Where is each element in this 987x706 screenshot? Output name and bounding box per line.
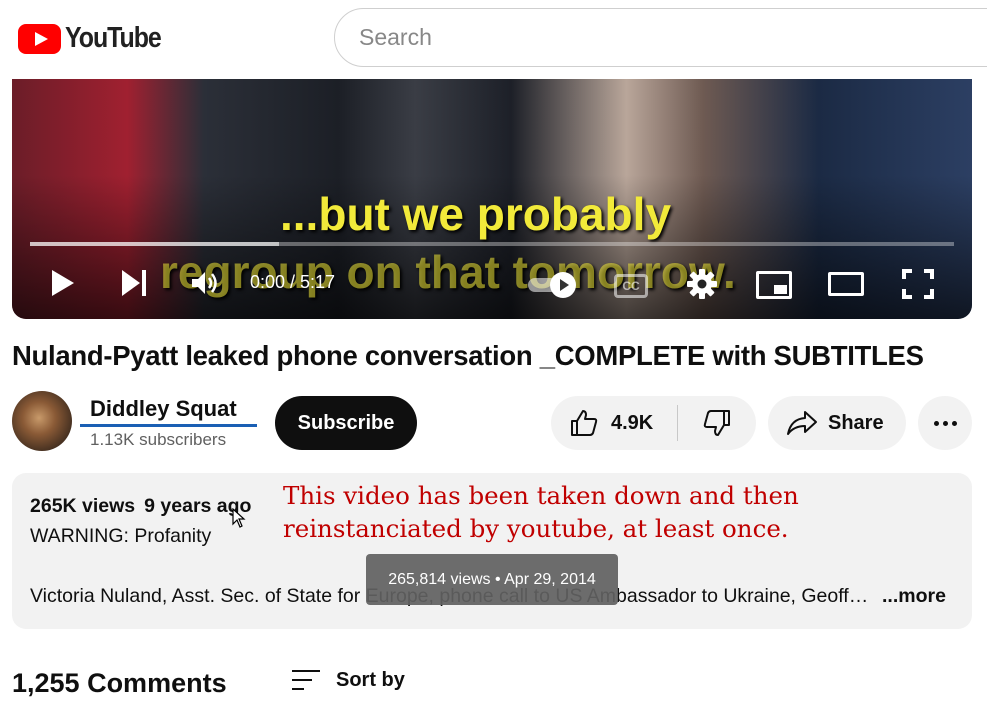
share-label: Share [828, 411, 884, 434]
annotation-underline [80, 424, 257, 427]
annotation-note: This video has been taken down and then … [283, 479, 799, 545]
fullscreen-icon[interactable] [902, 269, 934, 299]
like-button[interactable]: 4.9K [551, 396, 676, 450]
next-icon[interactable] [122, 270, 150, 296]
search-input[interactable]: Search [334, 8, 987, 67]
autoplay-play-icon [550, 272, 576, 298]
theater-mode-icon[interactable] [828, 272, 864, 296]
progress-buffer [30, 242, 280, 246]
annotation-line-2: reinstanciated by youtube, at least once… [283, 514, 789, 543]
miniplayer-icon[interactable] [756, 271, 792, 299]
share-button[interactable]: Share [768, 396, 906, 450]
like-count: 4.9K [611, 411, 654, 434]
views-tooltip: 265,814 views • Apr 29, 2014 [366, 554, 618, 605]
thumbs-up-icon [571, 410, 598, 436]
mouse-cursor-icon [232, 508, 246, 528]
video-title: Nuland-Pyatt leaked phone conversation _… [12, 340, 924, 371]
more-dot [942, 420, 948, 426]
view-count: 265K views [30, 495, 136, 517]
gear-icon[interactable] [686, 268, 718, 300]
subscribe-button[interactable]: Subscribe [275, 396, 417, 450]
youtube-play-icon [18, 23, 61, 54]
description-warning: WARNING: Profanity [30, 525, 212, 547]
video-player[interactable]: ...but we probably regroup on that tomor… [12, 79, 972, 319]
subtitle-line-2: regroup on that tomorrow. [160, 246, 736, 298]
share-arrow-icon [787, 411, 817, 435]
channel-avatar[interactable] [12, 391, 72, 451]
progress-bar[interactable] [30, 242, 954, 246]
youtube-logo[interactable]: YouTube [18, 22, 176, 55]
search-placeholder: Search [359, 24, 432, 50]
time-display: 0:00 / 5:17 [250, 272, 336, 292]
autoplay-toggle[interactable] [528, 272, 578, 298]
sort-label: Sort by [336, 668, 405, 691]
thumbs-down-icon [703, 410, 730, 436]
sort-by-button[interactable]: Sort by [290, 667, 405, 693]
description-meta: 265K views 9 years ago [30, 495, 251, 518]
channel-name[interactable]: Diddley Squat [90, 396, 237, 422]
annotation-line-1: This video has been taken down and then [283, 481, 799, 510]
more-actions-button[interactable] [918, 396, 972, 450]
comments-count: 1,255 Comments [12, 668, 227, 698]
show-more-link[interactable]: ...more [882, 585, 946, 608]
subscriber-count: 1.13K subscribers [90, 430, 227, 449]
logo-text: YouTube [65, 22, 162, 54]
captions-icon[interactable]: CC [614, 274, 648, 298]
more-dots-icon [933, 420, 939, 426]
play-icon[interactable] [52, 270, 74, 296]
dislike-button[interactable] [678, 396, 756, 450]
more-dot [951, 420, 957, 426]
volume-icon[interactable] [190, 269, 220, 297]
subtitle-line-1: ...but we probably [280, 188, 672, 240]
sort-icon [292, 670, 320, 690]
like-dislike-group: 4.9K [551, 396, 756, 450]
